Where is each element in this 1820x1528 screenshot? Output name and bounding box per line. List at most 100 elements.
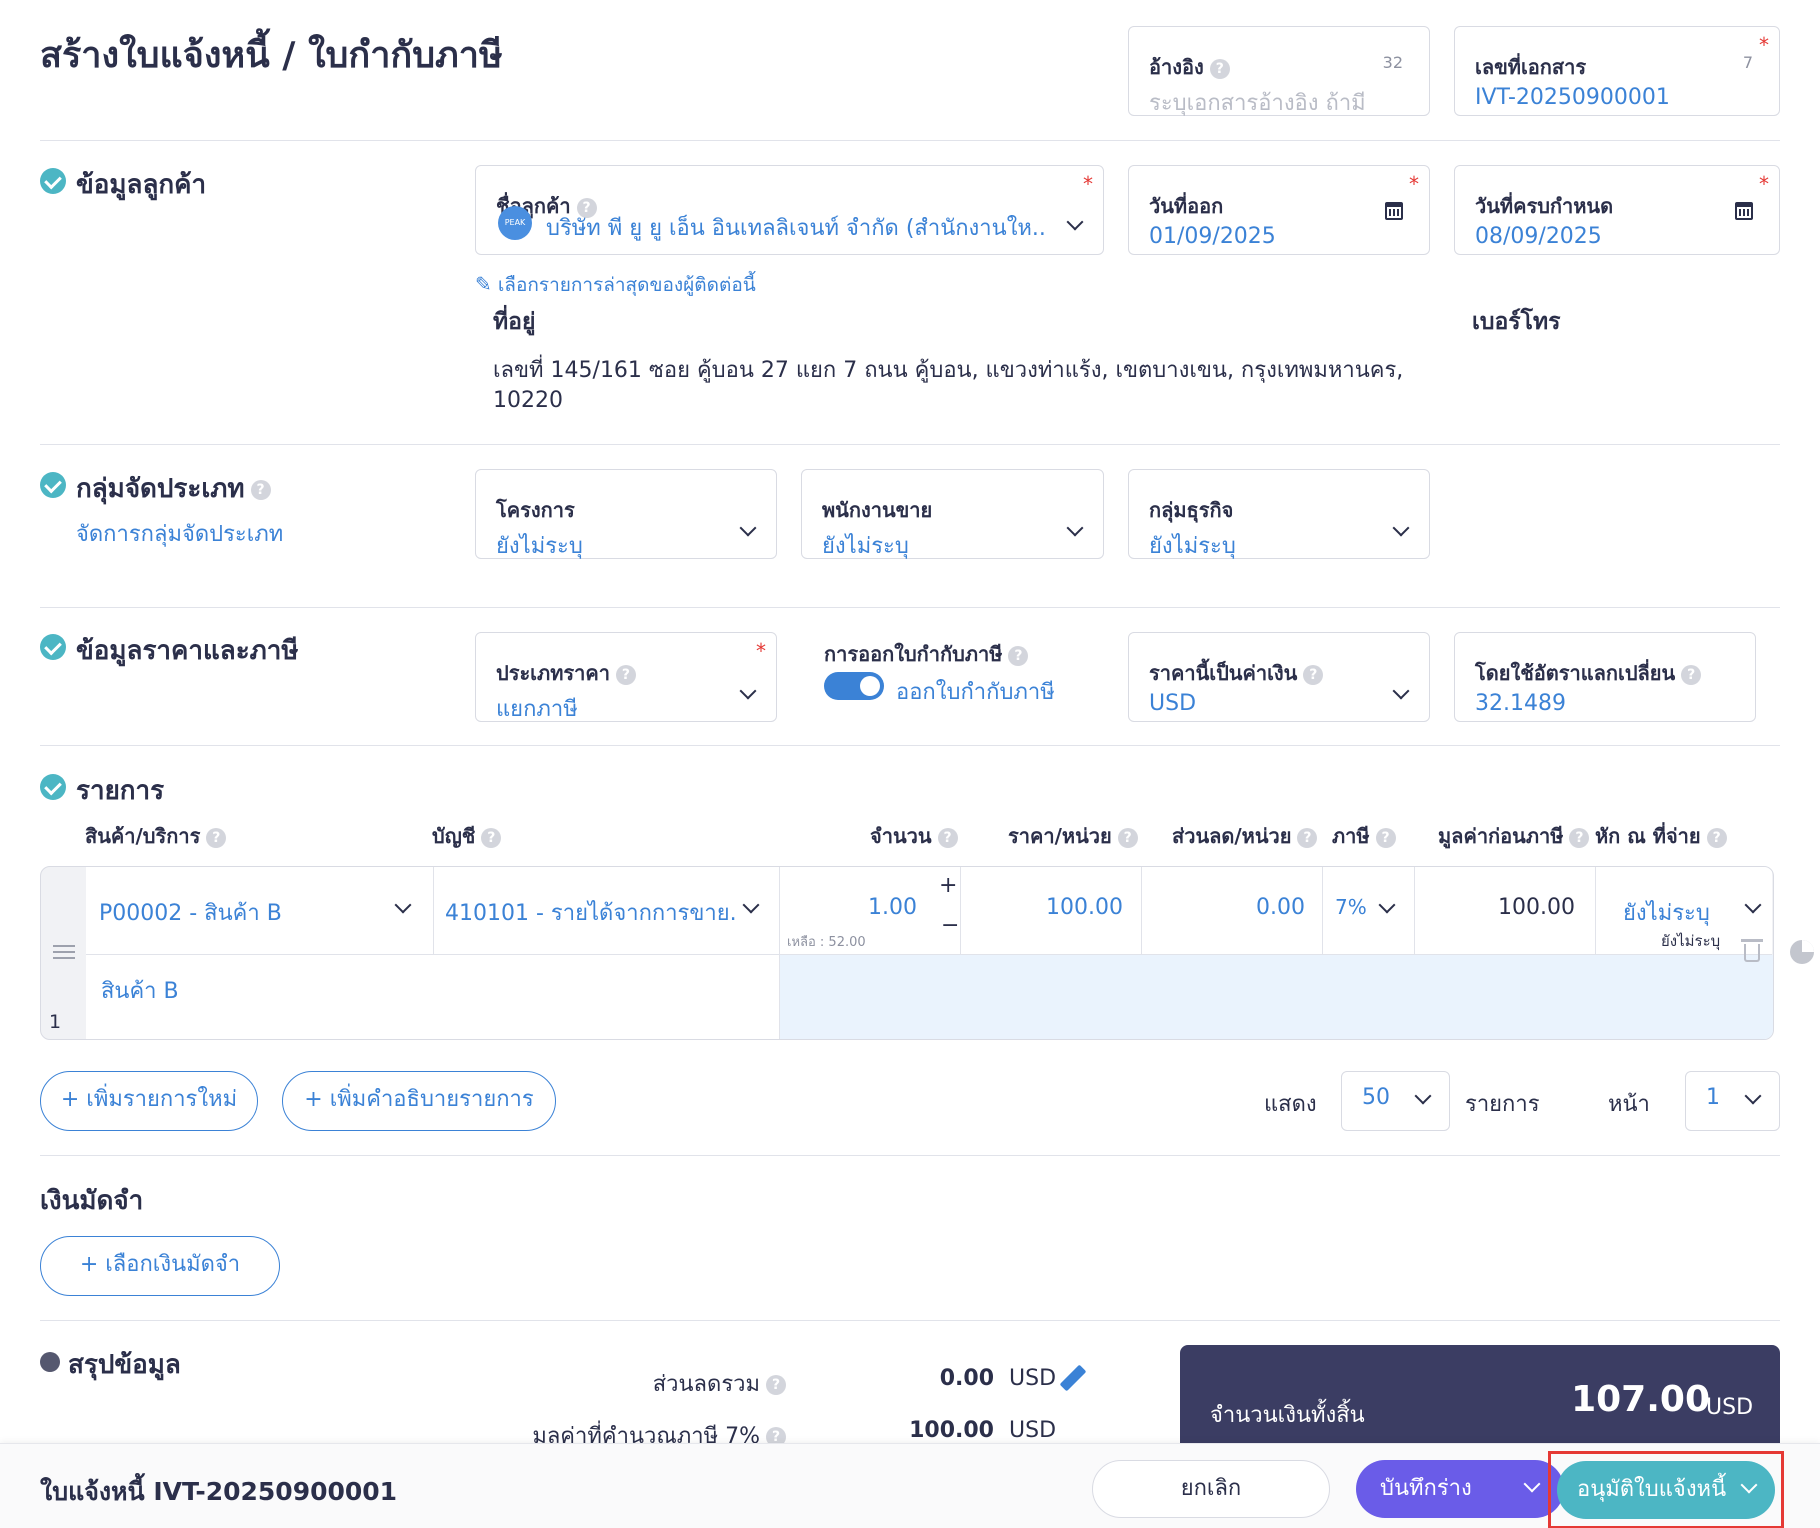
taxable-currency: USD: [1009, 1418, 1057, 1443]
item-withholding-select[interactable]: ยังไม่ระบุ: [1623, 895, 1710, 930]
total-label: จำนวนเงินทั้งสิ้น: [1210, 1403, 1365, 1428]
help-icon: ?: [1706, 827, 1727, 848]
pie-chart-icon[interactable]: [1790, 940, 1814, 964]
recent-items-text: เลือกรายการล่าสุดของผู้ติดต่อนี้: [497, 274, 756, 296]
manage-classification-link[interactable]: จัดการกลุ่มจัดประเภท: [76, 516, 283, 551]
tax-invoice-toggle-label: ออกใบกำกับภาษี: [896, 680, 1055, 705]
required-mark: *: [1759, 33, 1769, 57]
total-discount-value: 0.00: [939, 1366, 994, 1391]
exchange-rate-input[interactable]: 32.1489: [1475, 691, 1566, 716]
exchange-rate-field[interactable]: โดยใช้อัตราแลกเปลี่ยน? 32.1489: [1454, 632, 1756, 722]
check-icon: [40, 774, 66, 800]
price-type-select[interactable]: * ประเภทราคา? แยกภาษี: [475, 632, 777, 722]
due-date-field[interactable]: * วันที่ครบกำหนด 08/09/2025: [1454, 165, 1780, 255]
phone-label: เบอร์โทร: [1472, 309, 1561, 335]
recent-items-link[interactable]: ✎ เลือกรายการล่าสุดของผู้ติดต่อนี้: [475, 270, 756, 300]
item-account-select[interactable]: 410101 - รายได้จากการขาย...: [445, 895, 735, 930]
page-title: สร้างใบแจ้งหนี้ / ใบกำกับภาษี: [40, 35, 503, 76]
issue-date-input[interactable]: 01/09/2025: [1149, 224, 1276, 249]
help-icon: ?: [1117, 827, 1138, 848]
doc-number-count: 7: [1742, 53, 1753, 72]
item-product-select[interactable]: P00002 - สินค้า B: [99, 895, 282, 930]
help-icon: ?: [766, 1375, 786, 1395]
add-description-button[interactable]: + เพิ่มคำอธิบายรายการ: [282, 1071, 556, 1131]
customer-section-title: ข้อมูลลูกค้า: [76, 170, 207, 200]
trash-icon[interactable]: [1741, 939, 1763, 962]
doc-number-input[interactable]: IVT-20250900001: [1475, 85, 1670, 110]
divider: [40, 140, 1780, 141]
total-panel: จำนวนเงินทั้งสิ้น 107.00 USD: [1180, 1345, 1780, 1455]
pencil-icon[interactable]: [1059, 1364, 1087, 1392]
customer-avatar: PEAK: [498, 206, 532, 240]
row-index: 1: [49, 1011, 62, 1033]
project-select[interactable]: โครงการ ยังไม่ระบุ: [475, 469, 777, 559]
check-icon: [40, 472, 66, 498]
due-date-input[interactable]: 08/09/2025: [1475, 224, 1602, 249]
issue-date-field[interactable]: * วันที่ออก 01/09/2025: [1128, 165, 1430, 255]
save-draft-button[interactable]: บันทึกร่าง: [1356, 1460, 1564, 1518]
help-icon: ?: [1569, 827, 1590, 848]
taxable-value: 100.00: [909, 1418, 994, 1443]
currency-label: ราคานี้เป็นค่าเงิน: [1149, 661, 1298, 685]
reference-label: อ้างอิง: [1149, 55, 1204, 79]
show-label: แสดง: [1264, 1092, 1317, 1117]
summary-dot-icon: [40, 1352, 60, 1372]
price-type-value: แยกภาษี: [496, 697, 578, 722]
chevron-down-icon: [739, 682, 757, 700]
deposit-section-title: เงินมัดจำ: [40, 1186, 144, 1216]
currency-value: USD: [1149, 691, 1197, 716]
tax-invoice-toggle[interactable]: [824, 672, 884, 700]
business-group-select[interactable]: กลุ่มธุรกิจ ยังไม่ระบุ: [1128, 469, 1430, 559]
reference-field[interactable]: อ้างอิง? 32 ระบุเอกสารอ้างอิง ถ้ามี: [1128, 26, 1430, 116]
divider: [40, 444, 1780, 445]
item-row: 1 P00002 - สินค้า B 410101 - รายได้จากกา…: [40, 866, 1774, 1040]
help-icon: ?: [250, 479, 271, 500]
row-handle[interactable]: 1: [41, 867, 86, 1039]
approve-invoice-button[interactable]: อนุมัติใบแจ้งหนี้: [1557, 1461, 1775, 1519]
help-icon: ?: [1375, 827, 1396, 848]
calendar-icon[interactable]: [1735, 202, 1753, 220]
items-label: รายการ: [1465, 1092, 1540, 1117]
divider: [40, 607, 1780, 608]
item-description-input[interactable]: สินค้า B: [101, 973, 179, 1008]
address-line-1: เลขที่ 145/161 ซอย คู้บอน 27 แยก 7 ถนน ค…: [493, 358, 1404, 383]
customer-name-select[interactable]: * ชื่อลูกค้า? PEAK บริษัท พี ยู ยู เอ็น …: [475, 165, 1104, 255]
col-tax: ภาษี?: [1332, 820, 1396, 852]
col-qty: จำนวน?: [870, 820, 958, 852]
item-discount-input[interactable]: 0.00: [1151, 895, 1305, 920]
qty-remaining: เหลือ : 52.00: [787, 935, 866, 950]
magic-wand-icon: ✎: [475, 272, 492, 296]
required-mark: *: [1759, 172, 1769, 196]
due-date-label: วันที่ครบกำหนด: [1475, 194, 1614, 218]
select-deposit-button[interactable]: + เลือกเงินมัดจำ: [40, 1236, 280, 1296]
help-icon: ?: [206, 827, 227, 848]
qty-decrement-button[interactable]: −: [941, 913, 959, 938]
issue-date-label: วันที่ออก: [1149, 194, 1224, 218]
item-tax-select[interactable]: 7%: [1335, 895, 1367, 919]
col-pretax: มูลค่าก่อนภาษี?: [1438, 820, 1590, 852]
col-discount: ส่วนลด/หน่วย?: [1172, 820, 1318, 852]
chevron-down-icon: [1414, 1087, 1432, 1105]
calendar-icon[interactable]: [1385, 202, 1403, 220]
page-select[interactable]: 1: [1685, 1071, 1780, 1131]
cancel-button[interactable]: ยกเลิก: [1092, 1460, 1330, 1518]
check-icon: [40, 168, 66, 194]
reference-input[interactable]: ระบุเอกสารอ้างอิง ถ้ามี: [1149, 85, 1366, 120]
add-item-button[interactable]: + เพิ่มรายการใหม่: [40, 1071, 258, 1131]
divider: [40, 745, 1780, 746]
summary-section-title: สรุปข้อมูล: [68, 1350, 181, 1380]
item-price-input[interactable]: 100.00: [971, 895, 1123, 920]
currency-select[interactable]: ราคานี้เป็นค่าเงิน? USD: [1128, 632, 1430, 722]
approve-highlight: อนุมัติใบแจ้งหนี้: [1548, 1451, 1784, 1528]
doc-number-field[interactable]: * เลขที่เอกสาร 7 IVT-20250900001: [1454, 26, 1780, 116]
toggle-knob: [860, 676, 880, 696]
salesperson-select[interactable]: พนักงานขาย ยังไม่ระบุ: [801, 469, 1104, 559]
item-pretax-value: 100.00: [1498, 895, 1575, 920]
total-value: 107.00: [1571, 1379, 1710, 1420]
total-currency: USD: [1706, 1395, 1754, 1420]
item-description-area: [779, 955, 1773, 1039]
page-size-select[interactable]: 50: [1341, 1071, 1450, 1131]
help-icon: ?: [937, 827, 958, 848]
qty-increment-button[interactable]: +: [939, 873, 957, 898]
item-qty-input[interactable]: 1.00: [821, 895, 917, 920]
